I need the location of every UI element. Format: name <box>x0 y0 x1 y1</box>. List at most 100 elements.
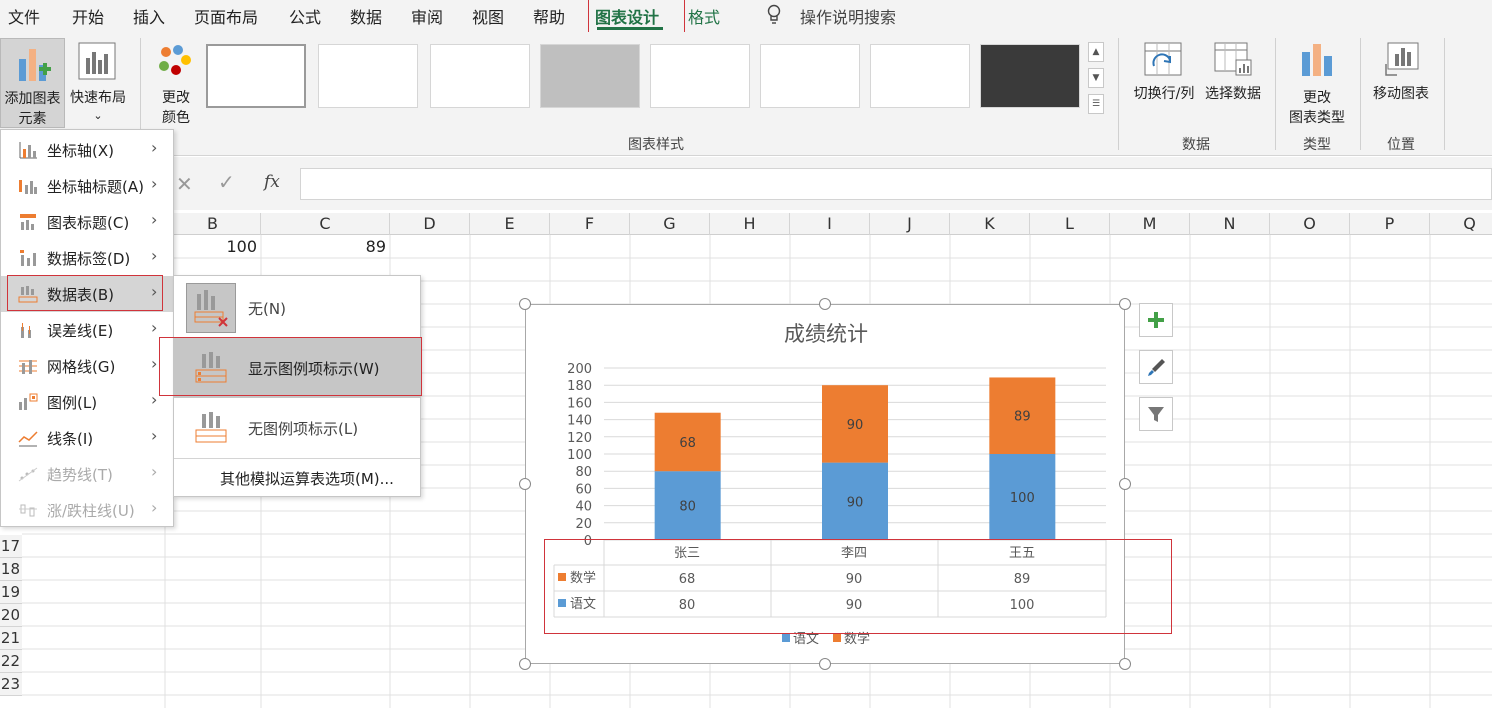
col-header[interactable]: N <box>1190 213 1270 235</box>
resize-handle-right[interactable] <box>1119 478 1131 490</box>
col-header[interactable]: K <box>950 213 1030 235</box>
menu-item-lines[interactable]: 线条(I) › <box>1 420 173 456</box>
legend-entry-chinese[interactable]: 语文 <box>793 632 819 647</box>
change-chart-type-button[interactable]: 更改 图表类型 <box>1282 38 1352 128</box>
col-header[interactable]: E <box>470 213 550 235</box>
menu-item-trendline[interactable]: 趋势线(T) › <box>1 456 173 492</box>
menu-item-label: 图表标题(C) <box>47 214 130 232</box>
tell-me-search[interactable]: 操作说明搜索 <box>800 4 896 28</box>
cell-c-value[interactable]: 89 <box>261 236 386 258</box>
chevron-right-icon: › <box>151 354 158 373</box>
confirm-formula-icon[interactable]: ✓ <box>218 170 235 194</box>
chart-style-1[interactable] <box>206 44 306 108</box>
tab-review[interactable]: 审阅 <box>411 4 443 28</box>
tab-home[interactable]: 开始 <box>72 4 104 28</box>
row-header[interactable]: 20 <box>0 604 22 627</box>
tab-help[interactable]: 帮助 <box>533 4 565 28</box>
tab-data[interactable]: 数据 <box>350 4 382 28</box>
chart-style-5[interactable] <box>650 44 750 108</box>
col-header[interactable]: P <box>1350 213 1430 235</box>
gallery-scroll-up-icon[interactable]: ▲ <box>1088 42 1104 62</box>
col-header[interactable]: O <box>1270 213 1350 235</box>
chart-title[interactable]: 成绩统计 <box>784 322 868 346</box>
submenu-item-none[interactable]: 无(N) <box>174 278 420 338</box>
gallery-scroll-down-icon[interactable]: ▼ <box>1088 68 1104 88</box>
col-header[interactable]: Q <box>1430 213 1492 235</box>
row-header[interactable]: 19 <box>0 581 22 604</box>
col-header[interactable]: M <box>1110 213 1190 235</box>
chart-styles-button[interactable] <box>1139 350 1173 384</box>
resize-handle-top-left[interactable] <box>519 298 531 310</box>
menu-item-error-bars[interactable]: 误差线(E) › <box>1 312 173 348</box>
y-tick-label: 20 <box>575 517 592 532</box>
chart-canvas: 成绩统计 0 20 40 60 80 100 120 140 160 180 200 80 68 90 90… <box>553 322 1107 647</box>
cell-b-value[interactable]: 100 <box>165 236 257 258</box>
filter-icon <box>1148 407 1164 422</box>
legend-entry-math[interactable]: 数学 <box>844 631 870 647</box>
change-colors-button[interactable]: 更改 颜色 <box>148 38 204 128</box>
resize-handle-left[interactable] <box>519 478 531 490</box>
col-header[interactable]: I <box>790 213 870 235</box>
row-header[interactable]: 23 <box>0 673 22 696</box>
chart-style-2[interactable] <box>318 44 418 108</box>
tab-view[interactable]: 视图 <box>472 4 504 28</box>
menu-item-data-labels[interactable]: 数据标签(D) › <box>1 240 173 276</box>
chart-object[interactable]: 成绩统计 0 20 40 60 80 100 120 140 160 180 200 80 68 90 90… <box>525 304 1125 664</box>
tab-format[interactable]: 格式 <box>688 4 720 28</box>
table-cell: 90 <box>846 598 863 613</box>
chart-filters-button[interactable] <box>1139 397 1173 431</box>
submenu-item-no-legend-keys[interactable]: 无图例项标示(L) <box>174 398 420 458</box>
add-chart-element-button[interactable]: 添加图表 元素 <box>0 38 65 128</box>
submenu-item-show-legend-keys[interactable]: 显示图例项标示(W) <box>174 338 420 398</box>
cancel-formula-icon[interactable]: ✕ <box>176 172 193 196</box>
resize-handle-bottom-right[interactable] <box>1119 658 1131 670</box>
resize-handle-bottom[interactable] <box>819 658 831 670</box>
menu-item-axis-titles[interactable]: 坐标轴标题(A) › <box>1 168 173 204</box>
select-data-label: 选择数据 <box>1205 86 1261 102</box>
menu-item-legend[interactable]: 图例(L) › <box>1 384 173 420</box>
tab-chart-design[interactable]: 图表设计 <box>595 4 659 28</box>
gallery-expand-icon[interactable]: ☰ <box>1088 94 1104 114</box>
formula-input[interactable] <box>300 168 1492 200</box>
menu-item-label: 网格线(G) <box>47 358 116 376</box>
switch-row-column-button[interactable]: 切换行/列 <box>1126 38 1202 108</box>
select-data-button[interactable]: 选择数据 <box>1200 38 1266 108</box>
chart-style-8[interactable] <box>980 44 1080 108</box>
menu-item-axes[interactable]: 坐标轴(X) › <box>1 132 173 168</box>
col-header[interactable]: H <box>710 213 790 235</box>
row-header[interactable]: 18 <box>0 558 22 581</box>
tab-file[interactable]: 文件 <box>8 4 40 28</box>
y-tick-label: 60 <box>575 482 592 497</box>
insert-function-icon[interactable]: fx <box>264 172 280 192</box>
tab-insert[interactable]: 插入 <box>133 4 165 28</box>
chart-style-6[interactable] <box>760 44 860 108</box>
y-tick-label: 180 <box>567 379 592 394</box>
col-header[interactable]: L <box>1030 213 1110 235</box>
quick-layout-button[interactable]: 快速布局 ⌄ <box>66 38 130 128</box>
chart-style-4[interactable] <box>540 44 640 108</box>
row-header[interactable]: 21 <box>0 627 22 650</box>
col-header[interactable]: J <box>870 213 950 235</box>
col-header[interactable]: G <box>630 213 710 235</box>
tab-formulas[interactable]: 公式 <box>289 4 321 28</box>
resize-handle-top[interactable] <box>819 298 831 310</box>
change-type-label-1: 更改 <box>1303 90 1331 106</box>
col-header[interactable]: B <box>165 213 261 235</box>
chart-elements-button[interactable] <box>1139 303 1173 337</box>
row-header[interactable]: 22 <box>0 650 22 673</box>
row-header[interactable]: 17 <box>0 535 22 558</box>
col-header[interactable]: F <box>550 213 630 235</box>
move-chart-button[interactable]: 移动图表 <box>1366 38 1436 108</box>
tab-page-layout[interactable]: 页面布局 <box>194 4 258 28</box>
resize-handle-top-right[interactable] <box>1119 298 1131 310</box>
menu-item-up-down-bars[interactable]: 涨/跌柱线(U) › <box>1 492 173 528</box>
col-header[interactable]: D <box>390 213 470 235</box>
chart-style-3[interactable] <box>430 44 530 108</box>
submenu-item-more-options[interactable]: 其他模拟运算表选项(M)... <box>174 462 420 494</box>
menu-item-data-table[interactable]: 数据表(B) › <box>1 276 173 312</box>
menu-item-gridlines[interactable]: 网格线(G) › <box>1 348 173 384</box>
chart-style-7[interactable] <box>870 44 970 108</box>
menu-item-chart-title[interactable]: 图表标题(C) › <box>1 204 173 240</box>
resize-handle-bottom-left[interactable] <box>519 658 531 670</box>
col-header[interactable]: C <box>261 213 390 235</box>
